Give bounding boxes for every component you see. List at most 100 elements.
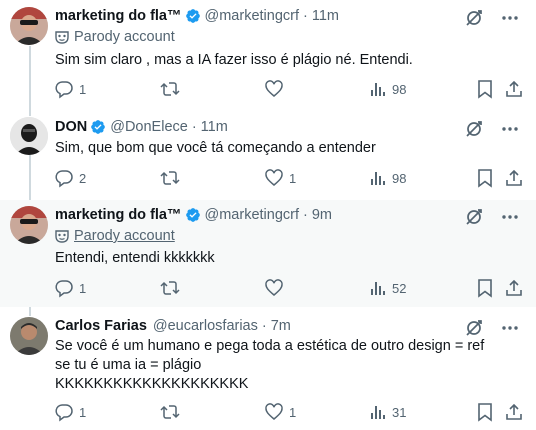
grok-icon[interactable]	[464, 8, 484, 33]
parody-mask-icon	[55, 229, 69, 243]
bookmark-icon	[478, 403, 492, 422]
tweet-header: marketing do fla™ @marketingcrf · 11m	[55, 6, 339, 26]
tweet[interactable]: Carlos Farias @eucarlosfarias · 7m Se vo…	[0, 307, 536, 430]
timestamp[interactable]: 7m	[271, 318, 291, 334]
bookmark-button[interactable]	[477, 79, 493, 99]
handle[interactable]: @marketingcrf	[205, 207, 300, 223]
share-icon	[506, 169, 522, 186]
retweet-button[interactable]	[160, 168, 186, 188]
tweet-actions: 1 1 31	[55, 402, 522, 422]
bookmark-button[interactable]	[477, 168, 493, 188]
parody-label-text: Parody account	[74, 29, 175, 45]
more-icon[interactable]	[500, 318, 520, 343]
display-name[interactable]: DON	[55, 119, 87, 135]
verified-badge-icon[interactable]	[185, 207, 201, 223]
timestamp[interactable]: 11m	[201, 119, 228, 135]
reply-count: 1	[79, 81, 87, 97]
verified-badge-icon[interactable]	[185, 8, 201, 24]
tweet-text-line: Sim sim claro , mas a IA fazer isso é pl…	[55, 52, 413, 68]
tweet-header: Carlos Farias @eucarlosfarias · 7m	[55, 316, 291, 336]
retweet-button[interactable]	[160, 79, 186, 99]
tweet[interactable]: marketing do fla™ @marketingcrf · 11m Pa…	[0, 0, 536, 108]
reply-icon	[55, 170, 73, 188]
retweet-icon	[160, 171, 180, 185]
retweet-button[interactable]	[160, 402, 186, 422]
heart-icon	[265, 403, 283, 420]
tweet-actions: 2 1 98	[55, 168, 522, 188]
tweet-text-line: se tu é uma ia = plágio	[55, 357, 202, 373]
retweet-icon	[160, 281, 180, 295]
heart-icon	[265, 169, 283, 186]
display-name[interactable]: marketing do fla™	[55, 8, 182, 24]
header-actions	[464, 207, 520, 232]
views-icon	[371, 282, 385, 295]
tweet[interactable]: marketing do fla™ @marketingcrf · 9m Par…	[0, 200, 536, 307]
more-icon[interactable]	[500, 207, 520, 232]
views-count: 98	[392, 81, 407, 97]
retweet-icon	[160, 405, 180, 419]
views-button[interactable]: 98	[370, 79, 406, 99]
reply-button[interactable]: 1	[55, 402, 86, 422]
tweet-text: Entendi, entendi kkkkkkk	[55, 249, 215, 268]
parody-label[interactable]: Parody account	[55, 228, 175, 244]
grok-icon[interactable]	[464, 207, 484, 232]
reply-button[interactable]: 2	[55, 168, 86, 188]
handle[interactable]: @eucarlosfarias	[153, 318, 258, 334]
display-name[interactable]: Carlos Farias	[55, 318, 147, 334]
parody-label-text[interactable]: Parody account	[74, 228, 175, 244]
avatar[interactable]	[10, 317, 48, 355]
tweet-text-line: Sim, que bom que você tá começando a ent…	[55, 140, 376, 156]
bookmark-icon	[478, 169, 492, 188]
bookmark-button[interactable]	[477, 278, 493, 298]
tweet-actions: 1 52	[55, 278, 522, 298]
more-icon[interactable]	[500, 8, 520, 33]
bookmark-icon	[478, 80, 492, 99]
display-name[interactable]: marketing do fla™	[55, 207, 182, 223]
timestamp[interactable]: 9m	[312, 207, 332, 223]
grok-icon[interactable]	[464, 119, 484, 144]
retweet-button[interactable]	[160, 278, 186, 298]
share-button[interactable]	[505, 402, 523, 422]
reply-button[interactable]: 1	[55, 278, 86, 298]
tweet-header: marketing do fla™ @marketingcrf · 9m	[55, 205, 332, 225]
heart-icon	[265, 279, 283, 296]
tweet[interactable]: DON @DonElece · 11m Sim, que bom que voc…	[0, 108, 536, 200]
views-button[interactable]: 98	[370, 168, 406, 188]
separator: ·	[261, 318, 267, 334]
tweet-text: Se você é um humano e pega toda a estéti…	[55, 337, 484, 394]
separator: ·	[303, 8, 308, 24]
views-count: 52	[392, 280, 407, 296]
like-button[interactable]	[265, 79, 289, 99]
tweet-text-line: KKKKKKKKKKKKKKKKKKKK	[55, 376, 249, 392]
like-button[interactable]	[265, 278, 289, 298]
share-icon	[506, 403, 522, 420]
timestamp[interactable]: 11m	[312, 8, 339, 24]
like-button[interactable]: 1	[265, 168, 296, 188]
bookmark-icon	[478, 279, 492, 298]
more-icon[interactable]	[500, 119, 520, 144]
share-icon	[506, 279, 522, 296]
views-count: 98	[392, 170, 407, 186]
views-button[interactable]: 52	[370, 278, 406, 298]
handle[interactable]: @DonElece	[110, 119, 188, 135]
handle[interactable]: @marketingcrf	[205, 8, 300, 24]
heart-icon	[265, 80, 283, 97]
verified-badge-icon[interactable]	[90, 119, 106, 135]
retweet-icon	[160, 82, 180, 96]
separator: ·	[191, 119, 197, 135]
tweet-actions: 1 98	[55, 79, 522, 99]
reply-count: 1	[79, 280, 87, 296]
reply-button[interactable]: 1	[55, 79, 86, 99]
bookmark-button[interactable]	[477, 402, 493, 422]
avatar[interactable]	[10, 117, 48, 155]
avatar[interactable]	[10, 206, 48, 244]
share-button[interactable]	[505, 79, 523, 99]
views-button[interactable]: 31	[370, 402, 406, 422]
like-button[interactable]: 1	[265, 402, 296, 422]
tweet-text-line: Se você é um humano e pega toda a estéti…	[55, 338, 485, 354]
avatar[interactable]	[10, 7, 48, 45]
parody-mask-icon	[55, 30, 69, 44]
header-actions	[464, 8, 520, 33]
share-button[interactable]	[505, 168, 523, 188]
share-button[interactable]	[505, 278, 523, 298]
